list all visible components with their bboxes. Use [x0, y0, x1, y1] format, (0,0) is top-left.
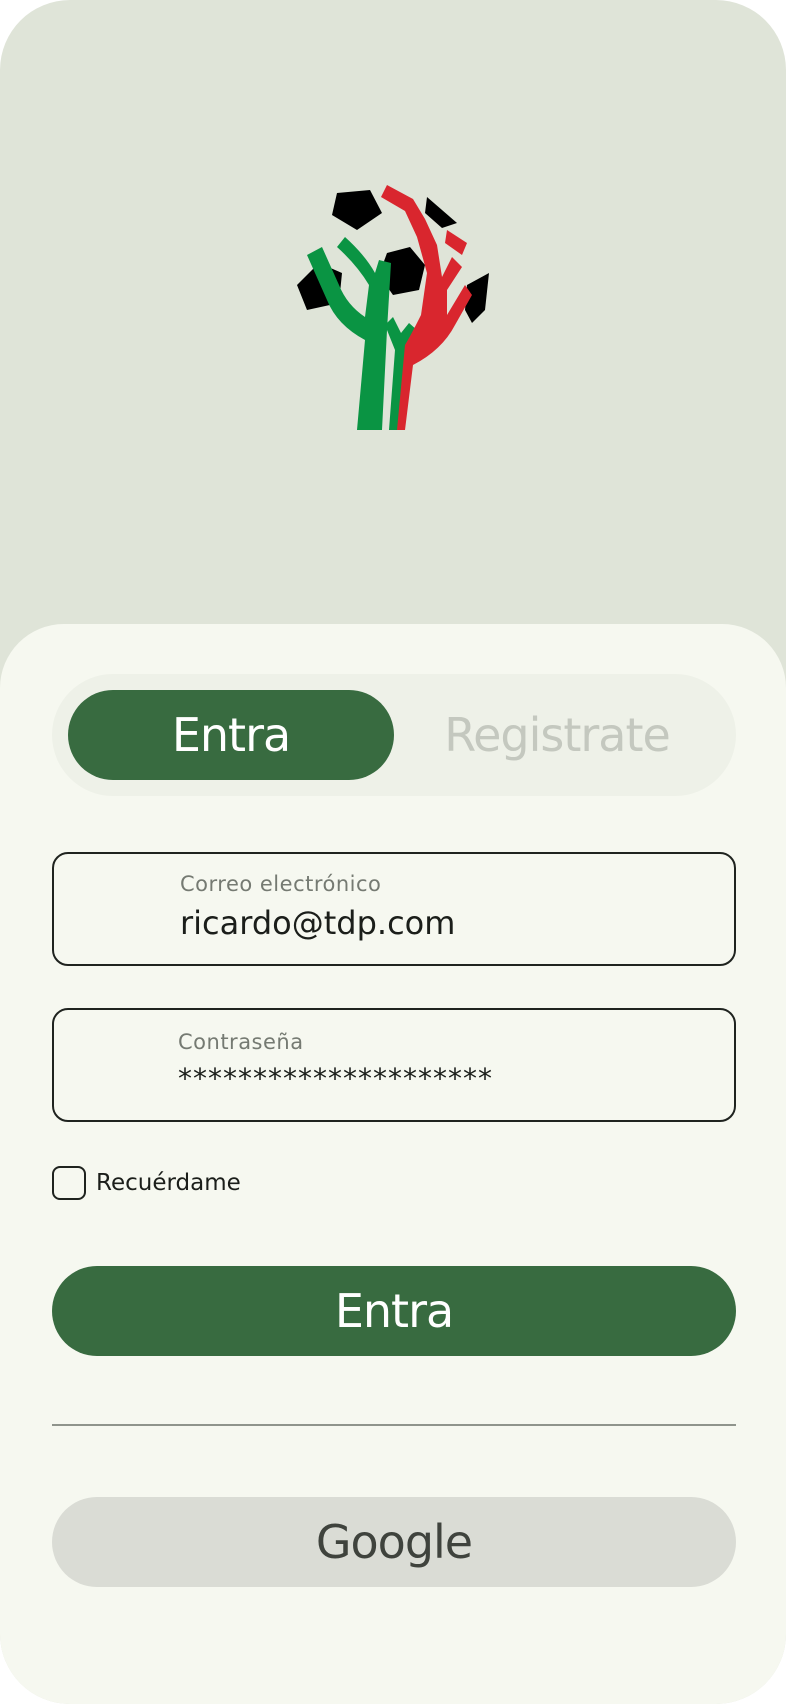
login-form-sheet: Entra Registrate Correo electrónico rica…: [0, 624, 786, 1704]
password-field-label: Contraseña: [178, 1030, 304, 1054]
tab-entra[interactable]: Entra: [68, 690, 394, 780]
password-field[interactable]: Contraseña *********************: [52, 1008, 736, 1122]
divider: [52, 1424, 736, 1426]
remember-me-checkbox[interactable]: [52, 1166, 86, 1200]
google-signin-button[interactable]: Google: [52, 1497, 736, 1587]
remember-me-label[interactable]: Recuérdame: [96, 1170, 241, 1196]
password-field-value[interactable]: *********************: [178, 1062, 493, 1095]
login-screen: Entra Registrate Correo electrónico rica…: [0, 0, 786, 1704]
remember-me-row[interactable]: Recuérdame: [52, 1164, 241, 1202]
email-field-label: Correo electrónico: [180, 872, 382, 896]
soccer-ball-tree-logo-icon: [297, 185, 497, 435]
hero-header: [0, 0, 786, 640]
email-field[interactable]: Correo electrónico ricardo@tdp.com: [52, 852, 736, 966]
auth-tab-switcher: Entra Registrate: [52, 674, 736, 796]
tab-registrate[interactable]: Registrate: [394, 690, 720, 780]
email-field-value[interactable]: ricardo@tdp.com: [180, 904, 455, 942]
login-submit-button[interactable]: Entra: [52, 1266, 736, 1356]
